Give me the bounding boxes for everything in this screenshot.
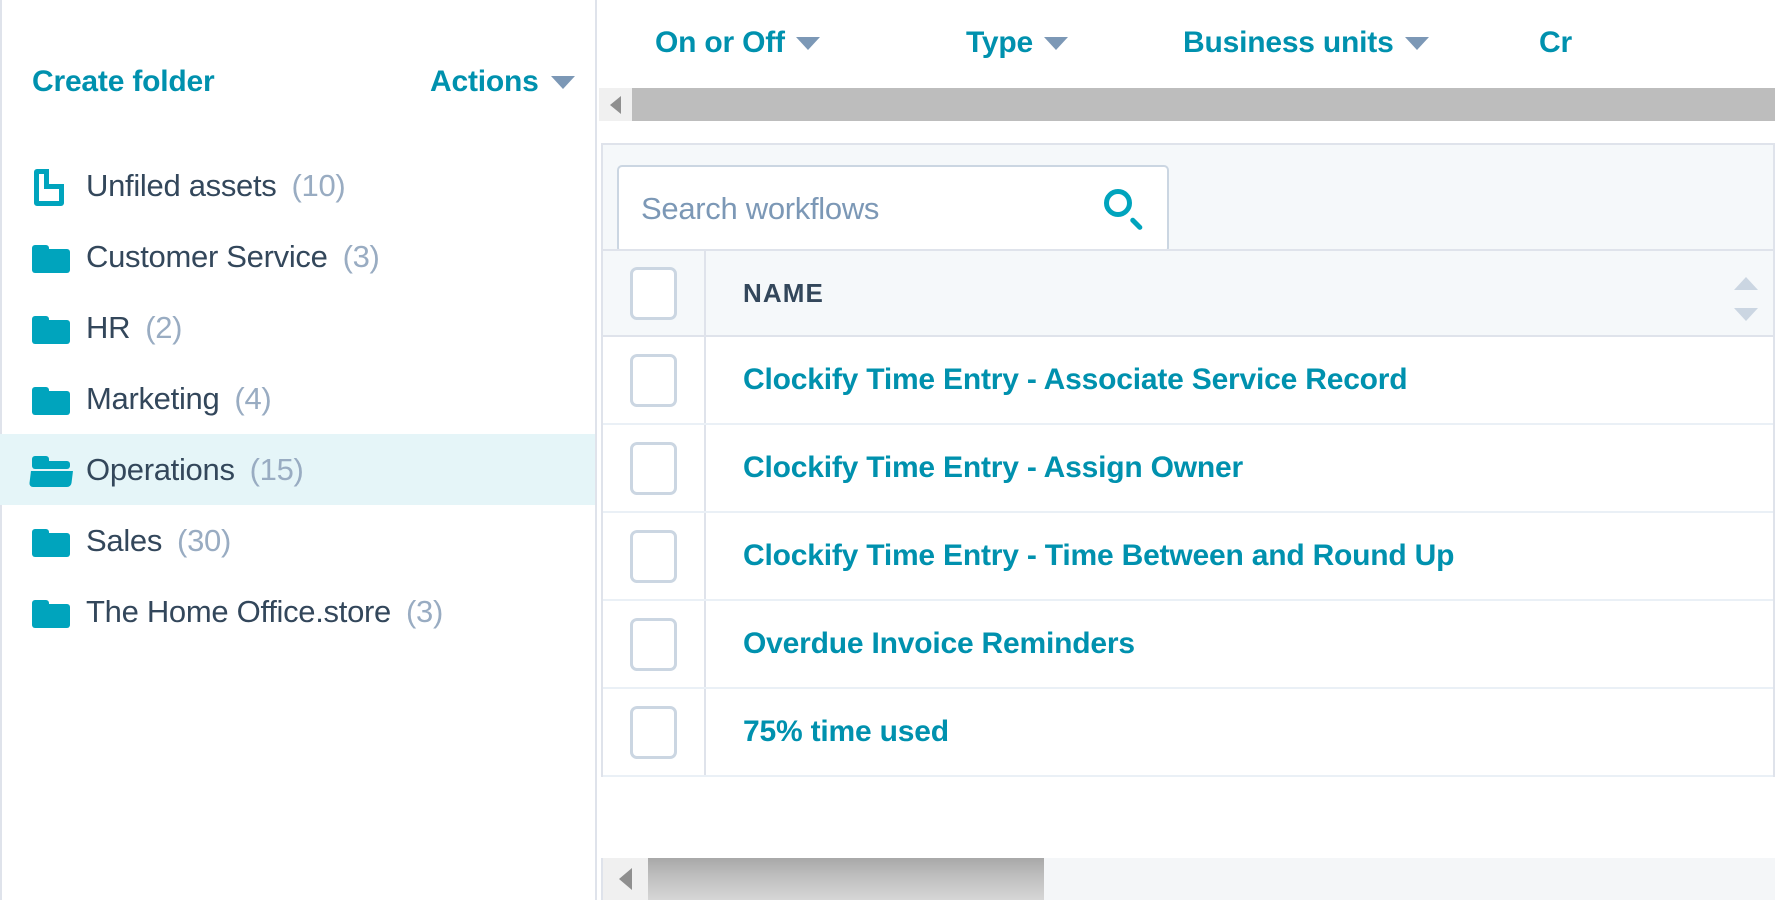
folder-count: (10) xyxy=(292,168,346,204)
scrollbar-track[interactable] xyxy=(1044,858,1775,900)
folders-sidebar: Create folder Actions Unfiled assets (10… xyxy=(0,0,597,900)
search-icon[interactable] xyxy=(1101,187,1145,231)
row-name-cell: 75% time used xyxy=(706,689,1773,775)
workflows-table: NAME Clockify Time Entry - Associate Ser… xyxy=(601,249,1775,777)
table-header-row: NAME xyxy=(603,249,1773,337)
sidebar-item-marketing[interactable]: Marketing (4) xyxy=(0,363,597,434)
workflows-page: Create folder Actions Unfiled assets (10… xyxy=(0,0,1775,900)
row-checkbox[interactable] xyxy=(630,442,677,495)
horizontal-scrollbar-top[interactable] xyxy=(599,88,1775,121)
folder-icon xyxy=(30,521,74,561)
filter-business-units[interactable]: Business units xyxy=(1183,26,1429,60)
row-select-cell xyxy=(603,601,706,687)
workflow-name-link[interactable]: 75% time used xyxy=(743,715,949,749)
folder-icon xyxy=(30,379,74,419)
folder-icon xyxy=(30,592,74,632)
row-checkbox[interactable] xyxy=(630,354,677,407)
folder-label: HR xyxy=(86,310,130,346)
column-header-label: NAME xyxy=(743,278,824,309)
actions-dropdown[interactable]: Actions xyxy=(430,65,575,99)
scrollbar-thumb[interactable] xyxy=(648,858,1044,900)
search-band xyxy=(601,143,1775,249)
table-row[interactable]: Clockify Time Entry - Assign Owner xyxy=(603,425,1773,513)
chevron-down-icon xyxy=(551,76,575,89)
filter-label: Cr xyxy=(1539,26,1572,60)
row-select-cell xyxy=(603,689,706,775)
folder-icon xyxy=(30,308,74,348)
folder-count: (15) xyxy=(250,452,304,488)
row-checkbox[interactable] xyxy=(630,618,677,671)
sort-toggle-icon[interactable] xyxy=(1733,277,1759,321)
folder-open-icon xyxy=(30,450,74,490)
document-icon xyxy=(30,166,74,206)
folder-icon xyxy=(30,237,74,277)
scroll-left-arrow-icon[interactable] xyxy=(603,858,648,900)
row-select-cell xyxy=(603,425,706,511)
row-select-cell xyxy=(603,513,706,599)
folder-count: (4) xyxy=(234,381,271,417)
folder-count: (3) xyxy=(343,239,380,275)
sidebar-item-unfiled-assets[interactable]: Unfiled assets (10) xyxy=(0,150,597,221)
table-row[interactable]: Clockify Time Entry - Associate Service … xyxy=(603,337,1773,425)
scrollbar-thumb[interactable] xyxy=(632,88,1775,121)
folder-label: The Home Office.store xyxy=(86,594,391,630)
filter-on-or-off[interactable]: On or Off xyxy=(655,26,820,60)
sidebar-item-the-home-office-store[interactable]: The Home Office.store (3) xyxy=(0,576,597,647)
table-row[interactable]: Clockify Time Entry - Time Between and R… xyxy=(603,513,1773,601)
folder-label: Unfiled assets xyxy=(86,168,277,204)
sidebar-header: Create folder Actions xyxy=(0,52,597,112)
sidebar-item-hr[interactable]: HR (2) xyxy=(0,292,597,363)
folder-label: Operations xyxy=(86,452,235,488)
search-box[interactable] xyxy=(617,165,1169,253)
workflow-name-link[interactable]: Clockify Time Entry - Associate Service … xyxy=(743,363,1407,397)
filter-type[interactable]: Type xyxy=(966,26,1068,60)
filter-bar: On or Off Type Business units Cr xyxy=(599,0,1775,88)
row-checkbox[interactable] xyxy=(630,706,677,759)
table-row[interactable]: 75% time used xyxy=(603,689,1773,777)
column-header-name[interactable]: NAME xyxy=(706,251,1773,335)
chevron-down-icon xyxy=(1044,37,1068,50)
scroll-left-arrow-icon[interactable] xyxy=(599,88,632,121)
sidebar-item-operations[interactable]: Operations (15) xyxy=(0,434,597,505)
row-select-cell xyxy=(603,337,706,423)
chevron-down-icon xyxy=(1405,37,1429,50)
table-row[interactable]: Overdue Invoice Reminders xyxy=(603,601,1773,689)
workflows-main-panel: On or Off Type Business units Cr xyxy=(599,0,1775,900)
row-name-cell: Overdue Invoice Reminders xyxy=(706,601,1773,687)
workflow-name-link[interactable]: Clockify Time Entry - Time Between and R… xyxy=(743,539,1454,573)
row-name-cell: Clockify Time Entry - Assign Owner xyxy=(706,425,1773,511)
sidebar-item-customer-service[interactable]: Customer Service (3) xyxy=(0,221,597,292)
search-input[interactable] xyxy=(641,191,1101,227)
folder-count: (3) xyxy=(406,594,443,630)
chevron-down-icon xyxy=(796,37,820,50)
row-name-cell: Clockify Time Entry - Associate Service … xyxy=(706,337,1773,423)
filter-label: On or Off xyxy=(655,26,785,60)
filter-label: Business units xyxy=(1183,26,1394,60)
horizontal-scrollbar-bottom[interactable] xyxy=(601,858,1775,900)
sidebar-item-sales[interactable]: Sales (30) xyxy=(0,505,597,576)
actions-label: Actions xyxy=(430,65,539,99)
create-folder-button[interactable]: Create folder xyxy=(32,65,214,99)
folder-label: Sales xyxy=(86,523,162,559)
folder-label: Customer Service xyxy=(86,239,328,275)
filter-label: Type xyxy=(966,26,1033,60)
folder-count: (2) xyxy=(145,310,182,346)
workflow-name-link[interactable]: Clockify Time Entry - Assign Owner xyxy=(743,451,1243,485)
select-all-checkbox[interactable] xyxy=(630,267,677,320)
folder-label: Marketing xyxy=(86,381,219,417)
row-name-cell: Clockify Time Entry - Time Between and R… xyxy=(706,513,1773,599)
folder-list: Unfiled assets (10) Customer Service (3)… xyxy=(0,150,597,647)
folder-count: (30) xyxy=(177,523,231,559)
workflows-table-panel: NAME Clockify Time Entry - Associate Ser… xyxy=(599,143,1775,900)
select-all-cell xyxy=(603,251,706,335)
row-checkbox[interactable] xyxy=(630,530,677,583)
workflow-name-link[interactable]: Overdue Invoice Reminders xyxy=(743,627,1135,661)
filter-created-by[interactable]: Cr xyxy=(1539,26,1572,60)
